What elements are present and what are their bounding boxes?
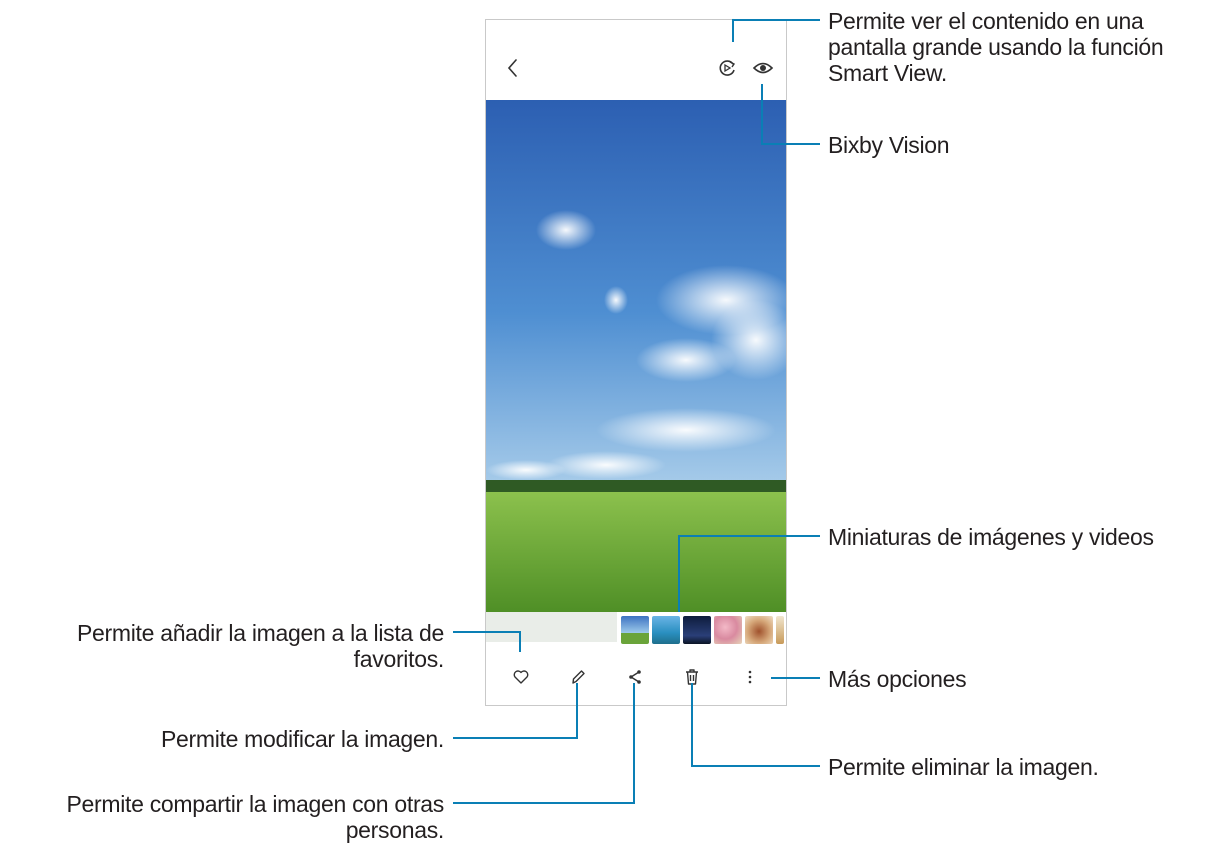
eye-icon[interactable] [752, 59, 774, 77]
heart-icon[interactable] [513, 670, 529, 684]
top-bar [486, 20, 786, 100]
callout-smart-view: Permite ver el contenido en una pantalla… [828, 8, 1164, 86]
phone-screen [485, 19, 787, 706]
thumbnail-item[interactable] [652, 615, 680, 644]
callout-delete: Permite eliminar la imagen. [828, 754, 1099, 780]
callout-share: Permite compartir la imagen con otras pe… [66, 791, 445, 843]
callout-more-options: Más opciones [828, 666, 967, 692]
landscape-photo [486, 100, 786, 612]
smart-view-icon[interactable] [717, 58, 737, 78]
thumbnail-item[interactable] [714, 615, 742, 644]
back-arrow-icon[interactable] [506, 58, 520, 78]
thumbnail-item[interactable] [776, 615, 784, 644]
share-icon[interactable] [628, 669, 642, 685]
more-vertical-icon[interactable] [747, 669, 753, 685]
thumbnail-item[interactable] [621, 615, 649, 644]
callout-favorite: Permite añadir la imagen a la lista de f… [76, 620, 444, 672]
callout-edit: Permite modificar la imagen. [160, 726, 444, 752]
thumbnail-item[interactable] [683, 615, 711, 644]
callout-thumbnails: Miniaturas de imágenes y videos [828, 524, 1154, 550]
bottom-bar [486, 650, 786, 705]
thumbnail-strip[interactable] [617, 612, 786, 647]
callout-bixby-vision: Bixby Vision [828, 132, 950, 158]
main-photo[interactable] [486, 100, 786, 612]
thumbnail-item[interactable] [745, 615, 773, 644]
trash-icon[interactable] [684, 668, 700, 686]
pencil-icon[interactable] [570, 668, 586, 686]
